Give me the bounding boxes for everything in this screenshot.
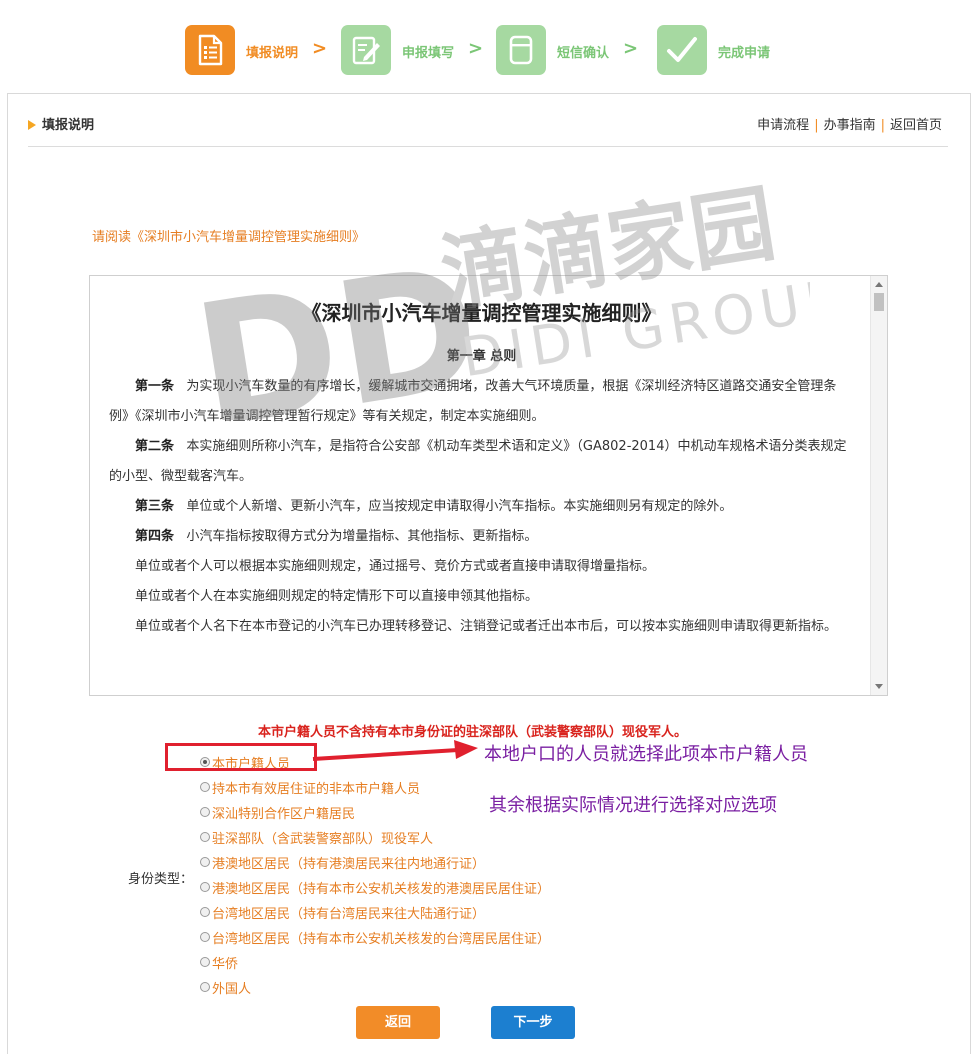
scroll-thumb[interactable] bbox=[874, 293, 884, 311]
identity-type-label: 身份类型： bbox=[128, 872, 194, 887]
step-label: 完成申请 bbox=[718, 46, 771, 61]
rule-paragraph: 第二条 本实施细则所称小汽车，是指符合公安部《机动车类型术语和定义》（GA802… bbox=[109, 439, 847, 484]
checkmark-icon bbox=[657, 25, 707, 75]
radio-button[interactable] bbox=[200, 957, 210, 967]
chapter-heading: 第一章 总则 bbox=[446, 349, 517, 364]
identity-option[interactable]: 深汕特别合作区户籍居民 bbox=[200, 802, 355, 822]
chevron-right-icon: > bbox=[623, 38, 639, 59]
main-panel: 填报说明 申请流程 | 办事指南 | 返回首页 请阅读《深圳市小汽车增量调控管理实施细则… bbox=[7, 93, 971, 1054]
read-notice: 请阅读《深圳市小汽车增量调控管理实施细则》 bbox=[92, 230, 366, 245]
next-step-button[interactable]: 下一步 bbox=[491, 1006, 575, 1039]
identity-option[interactable]: 外国人 bbox=[200, 977, 251, 997]
annotation-note: 其余根据实际情况进行选择对应选项 bbox=[489, 795, 777, 816]
scroll-down-arrow-icon[interactable] bbox=[875, 684, 883, 689]
page-title: 填报说明 bbox=[28, 114, 94, 133]
chevron-right-icon: > bbox=[468, 38, 484, 59]
scrollbar[interactable] bbox=[870, 276, 887, 695]
identity-option[interactable]: 华侨 bbox=[200, 952, 238, 972]
panel-header: 填报说明 申请流程 | 办事指南 | 返回首页 bbox=[28, 106, 948, 147]
scroll-up-arrow-icon[interactable] bbox=[875, 282, 883, 287]
rules-title: 《深圳市小汽车增量调控管理实施细则》 bbox=[301, 301, 662, 325]
step-label: 短信确认 bbox=[557, 46, 610, 61]
back-button[interactable]: 返回 bbox=[356, 1006, 440, 1039]
radio-button[interactable] bbox=[200, 807, 210, 817]
document-list-icon bbox=[185, 25, 235, 75]
rule-paragraph: 单位或者个人在本实施细则规定的特定情形下可以直接申领其他指标。 bbox=[135, 589, 539, 604]
radio-button[interactable] bbox=[200, 832, 210, 842]
identity-option[interactable]: 驻深部队（含武装警察部队）现役军人 bbox=[200, 827, 433, 847]
identity-option[interactable]: 台湾地区居民（持有本市公安机关核发的台湾居民居住证） bbox=[200, 927, 550, 947]
edit-form-icon bbox=[341, 25, 391, 75]
identity-option[interactable]: 台湾地区居民（持有台湾居民来往大陆通行证） bbox=[200, 902, 485, 922]
identity-option[interactable]: 港澳地区居民（持有港澳居民来往内地通行证） bbox=[200, 852, 485, 872]
highlight-box bbox=[165, 743, 317, 771]
identity-option[interactable]: 持本市有效居住证的非本市户籍人员 bbox=[200, 777, 420, 797]
annotation-note: 本地户口的人员就选择此项本市户籍人员 bbox=[484, 744, 808, 765]
phone-message-icon bbox=[496, 25, 546, 75]
radio-button[interactable] bbox=[200, 782, 210, 792]
annotation-arrow-icon bbox=[312, 740, 478, 761]
link-home[interactable]: 返回首页 bbox=[890, 118, 942, 133]
header-links: 申请流程 | 办事指南 | 返回首页 bbox=[757, 118, 942, 133]
identity-option[interactable]: 港澳地区居民（持有本市公安机关核发的港澳居民居住证） bbox=[200, 877, 550, 897]
link-guide[interactable]: 办事指南 bbox=[824, 118, 876, 133]
rule-paragraph: 第三条 单位或个人新增、更新小汽车，应当按规定申请取得小汽车指标。本实施细则另有… bbox=[135, 499, 733, 514]
radio-button[interactable] bbox=[200, 882, 210, 892]
radio-button[interactable] bbox=[200, 857, 210, 867]
step-label: 填报说明 bbox=[246, 46, 299, 61]
radio-button[interactable] bbox=[200, 907, 210, 917]
chevron-right-icon: > bbox=[312, 38, 328, 59]
rule-paragraph: 单位或者个人可以根据本实施细则规定，通过摇号、竞价方式或者直接申请取得增量指标。 bbox=[135, 559, 656, 574]
rules-content: 《深圳市小汽车增量调控管理实施细则》 第一章 总则 第一条 为实现小汽车数量的有… bbox=[109, 276, 854, 642]
rule-paragraph: 第一条 为实现小汽车数量的有序增长，缓解城市交通拥堵，改善大气环境质量，根据《深… bbox=[109, 379, 837, 424]
radio-button[interactable] bbox=[200, 932, 210, 942]
radio-button[interactable] bbox=[200, 982, 210, 992]
rule-paragraph: 第四条 小汽车指标按取得方式分为增量指标、其他指标、更新指标。 bbox=[135, 529, 538, 544]
rule-paragraph: 单位或者个人名下在本市登记的小汽车已办理转移登记、注销登记或者迁出本市后，可以按… bbox=[135, 619, 838, 634]
rules-textbox[interactable]: 《深圳市小汽车增量调控管理实施细则》 第一章 总则 第一条 为实现小汽车数量的有… bbox=[89, 275, 888, 696]
step-label: 申报填写 bbox=[402, 46, 455, 61]
link-application-process[interactable]: 申请流程 bbox=[757, 118, 809, 133]
arrow-bullet-icon bbox=[28, 119, 36, 130]
